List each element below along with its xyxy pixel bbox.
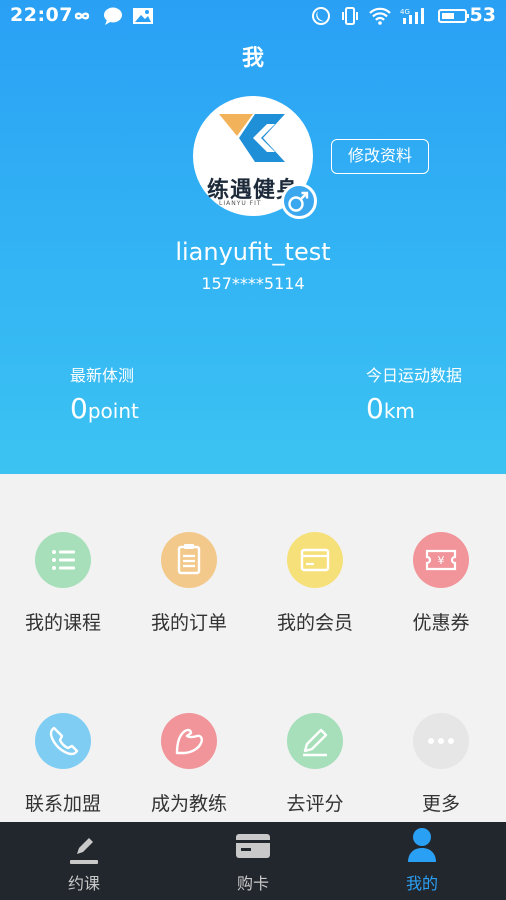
today-exercise-label: 今日运动数据 — [366, 366, 463, 385]
edit-profile-button[interactable]: 修改资料 — [331, 139, 429, 174]
card-icon — [287, 532, 343, 588]
pencil-icon — [70, 838, 98, 864]
status-bar: 22:07 4G 53 — [0, 0, 506, 32]
username: lianyufit_test — [175, 238, 331, 266]
menu-label: 联系加盟 — [24, 793, 101, 815]
menu-coupons[interactable]: ¥ 优惠券 — [378, 532, 504, 642]
muscle-icon — [161, 713, 217, 769]
phone-icon — [35, 713, 91, 769]
image-icon — [133, 8, 153, 24]
menu-label: 成为教练 — [150, 793, 227, 815]
card-icon — [236, 834, 270, 858]
vibrate-icon — [342, 7, 358, 25]
wifi-icon — [369, 7, 391, 25]
list-icon — [35, 532, 91, 588]
svg-text:4G: 4G — [400, 8, 410, 16]
menu-my-courses[interactable]: 我的课程 — [0, 532, 126, 642]
logo-icon — [219, 114, 285, 162]
menu-my-orders[interactable]: 我的订单 — [126, 532, 252, 642]
latest-body-test-value[interactable]: 0point — [70, 392, 139, 425]
person-icon — [408, 828, 436, 862]
today-exercise-value[interactable]: 0km — [366, 392, 415, 425]
page-title: 我 — [241, 46, 264, 71]
menu-label: 优惠券 — [412, 612, 470, 634]
male-icon — [288, 191, 309, 212]
signal-icon: 4G — [400, 8, 424, 24]
menu-more[interactable]: 更多 — [378, 713, 504, 823]
status-time: 22:07 — [10, 4, 73, 26]
exercise-number: 0 — [366, 392, 384, 425]
gender-badge — [281, 183, 317, 219]
tab-bar: 约课 购卡 我的 — [0, 822, 506, 900]
do-not-disturb-icon — [312, 7, 330, 25]
profile-header: 22:07 4G 53 我 练遇健身 LIANYU FIT 修改资料 liany… — [0, 0, 506, 474]
menu-contact-franchise[interactable]: 联系加盟 — [0, 713, 126, 823]
more-icon — [413, 713, 469, 769]
chat-icon — [104, 7, 122, 25]
exercise-unit: km — [383, 399, 415, 423]
menu-become-coach[interactable]: 成为教练 — [126, 713, 252, 823]
body-test-number: 0 — [70, 392, 88, 425]
body-test-unit: point — [87, 399, 139, 423]
tab-mine[interactable]: 我的 — [338, 822, 506, 900]
tab-label: 约课 — [67, 874, 100, 893]
menu-label: 我的会员 — [276, 612, 353, 634]
menu-rate-app[interactable]: 去评分 — [252, 713, 378, 823]
infinity-icon — [74, 12, 90, 20]
tab-buy-card[interactable]: 购卡 — [169, 822, 337, 900]
menu-label: 我的订单 — [150, 612, 227, 634]
battery-icon — [438, 9, 469, 23]
avatar-logo-subtext: LIANYU FIT — [219, 200, 262, 207]
tab-book-class[interactable]: 约课 — [0, 822, 168, 900]
coupon-icon: ¥ — [413, 532, 469, 588]
tab-label: 购卡 — [236, 874, 269, 893]
tab-label: 我的 — [405, 874, 438, 893]
latest-body-test-label: 最新体测 — [70, 366, 135, 385]
phone-number: 157****5114 — [201, 274, 305, 293]
svg-text:¥: ¥ — [438, 554, 445, 567]
menu-label: 我的课程 — [24, 612, 101, 634]
menu-label: 更多 — [421, 793, 460, 815]
menu-label: 去评分 — [286, 793, 344, 815]
menu-my-membership[interactable]: 我的会员 — [252, 532, 378, 642]
clipboard-icon — [161, 532, 217, 588]
pencil-icon — [287, 713, 343, 769]
battery-percent: 53 — [469, 4, 496, 26]
